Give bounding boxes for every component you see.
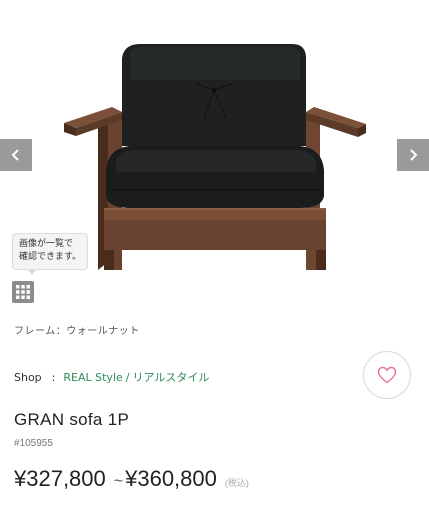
grid-icon: [16, 285, 30, 299]
price-row: ¥327,800 ~ ¥360,800 (税込): [14, 466, 249, 492]
price-from: ¥327,800: [14, 466, 106, 491]
chevron-right-icon: [410, 149, 418, 161]
product-title: GRAN sofa 1P: [14, 410, 130, 429]
carousel-next-button[interactable]: [397, 139, 429, 171]
gallery-hint-tooltip: 画像が一覧で 確認できます。: [12, 233, 89, 275]
favorite-button[interactable]: [363, 351, 411, 399]
carousel-prev-button[interactable]: [0, 139, 32, 171]
shop-row: Shop : REAL Style / リアルスタイル: [14, 369, 209, 385]
shop-separator: /: [125, 370, 130, 384]
gallery-grid-button[interactable]: [12, 281, 34, 303]
shop-colon: :: [51, 370, 56, 384]
product-image-gallery: 画像が一覧で 確認できます。: [0, 0, 429, 312]
shop-link-ja[interactable]: リアルスタイル: [132, 369, 209, 385]
price-to: ¥360,800: [125, 466, 217, 491]
chevron-left-icon: [11, 149, 19, 161]
tax-included-note: (税込): [224, 478, 249, 488]
shop-label: Shop: [14, 370, 42, 384]
product-sku: #105955: [14, 438, 53, 449]
price-range-tilde: ~: [113, 473, 124, 490]
shop-link-en[interactable]: REAL Style: [63, 371, 122, 384]
frame-option-label: フレーム：ウォールナット: [14, 326, 140, 337]
heart-icon: [377, 366, 397, 384]
